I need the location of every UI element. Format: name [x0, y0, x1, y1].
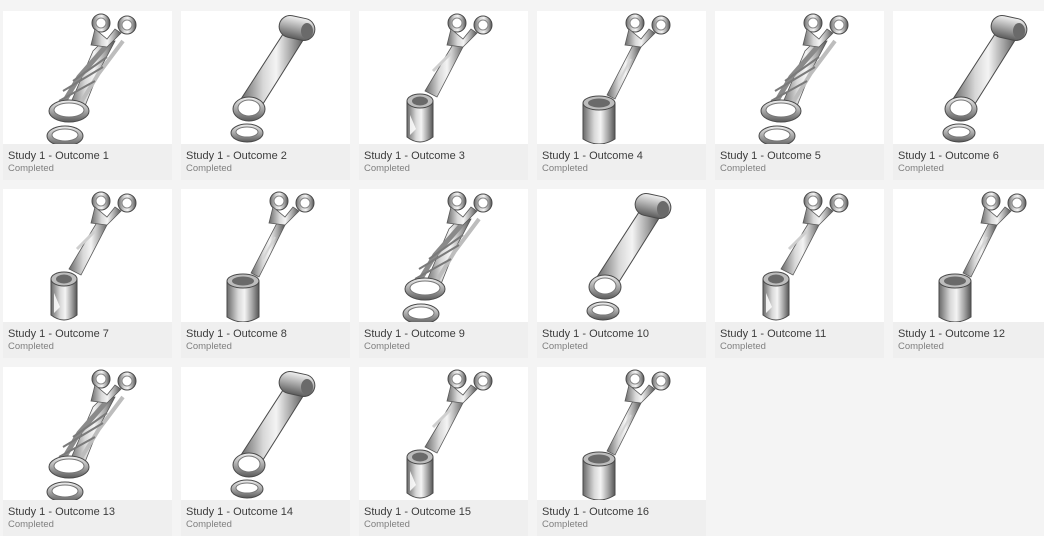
- outcome-status: Completed: [542, 163, 588, 174]
- outcome-title: Study 1 - Outcome 10: [542, 328, 649, 340]
- outcome-card[interactable]: Study 1 - Outcome 9 Completed: [359, 189, 528, 358]
- outcome-status: Completed: [720, 163, 766, 174]
- outcome-caption: Study 1 - Outcome 6 Completed: [898, 150, 1044, 175]
- outcome-thumbnail: [3, 367, 172, 500]
- outcome-card[interactable]: Study 1 - Outcome 10 Completed: [537, 189, 706, 358]
- outcome-status: Completed: [8, 519, 54, 530]
- outcome-caption: Study 1 - Outcome 15 Completed: [364, 506, 524, 531]
- outcome-thumbnail: [181, 367, 350, 500]
- outcome-thumbnail: [181, 11, 350, 144]
- outcome-card[interactable]: Study 1 - Outcome 6 Completed: [893, 11, 1044, 180]
- outcome-title: Study 1 - Outcome 2: [186, 150, 287, 162]
- outcome-title: Study 1 - Outcome 6: [898, 150, 999, 162]
- outcome-thumbnail: [181, 189, 350, 322]
- outcome-caption: Study 1 - Outcome 10 Completed: [542, 328, 702, 353]
- outcome-title: Study 1 - Outcome 4: [542, 150, 643, 162]
- outcome-thumbnail: [893, 189, 1044, 322]
- outcome-title: Study 1 - Outcome 7: [8, 328, 109, 340]
- outcome-caption: Study 1 - Outcome 7 Completed: [8, 328, 168, 353]
- outcome-card[interactable]: Study 1 - Outcome 16 Completed: [537, 367, 706, 536]
- outcome-thumbnail: [359, 11, 528, 144]
- outcome-card[interactable]: Study 1 - Outcome 4 Completed: [537, 11, 706, 180]
- outcome-caption: Study 1 - Outcome 16 Completed: [542, 506, 702, 531]
- outcome-caption: Study 1 - Outcome 13 Completed: [8, 506, 168, 531]
- outcome-title: Study 1 - Outcome 1: [8, 150, 109, 162]
- outcome-status: Completed: [186, 519, 232, 530]
- outcome-thumbnail: [3, 189, 172, 322]
- outcome-status: Completed: [542, 519, 588, 530]
- outcome-thumbnail: [359, 367, 528, 500]
- outcome-status: Completed: [364, 519, 410, 530]
- outcome-thumbnail: [359, 189, 528, 322]
- outcome-status: Completed: [364, 163, 410, 174]
- outcome-status: Completed: [8, 163, 54, 174]
- outcome-status: Completed: [542, 341, 588, 352]
- outcome-thumbnail: [715, 11, 884, 144]
- outcome-title: Study 1 - Outcome 3: [364, 150, 465, 162]
- outcome-caption: Study 1 - Outcome 9 Completed: [364, 328, 524, 353]
- outcome-status: Completed: [186, 341, 232, 352]
- outcome-title: Study 1 - Outcome 14: [186, 506, 293, 518]
- outcome-card[interactable]: Study 1 - Outcome 11 Completed: [715, 189, 884, 358]
- outcome-card[interactable]: Study 1 - Outcome 13 Completed: [3, 367, 172, 536]
- outcome-thumbnail: [893, 11, 1044, 144]
- outcome-card[interactable]: Study 1 - Outcome 1 Completed: [3, 11, 172, 180]
- outcome-caption: Study 1 - Outcome 2 Completed: [186, 150, 346, 175]
- outcome-card[interactable]: Study 1 - Outcome 3 Completed: [359, 11, 528, 180]
- outcome-status: Completed: [8, 341, 54, 352]
- outcome-status: Completed: [898, 341, 944, 352]
- outcome-title: Study 1 - Outcome 9: [364, 328, 465, 340]
- outcome-status: Completed: [186, 163, 232, 174]
- outcome-card[interactable]: Study 1 - Outcome 2 Completed: [181, 11, 350, 180]
- outcome-title: Study 1 - Outcome 16: [542, 506, 649, 518]
- outcome-caption: Study 1 - Outcome 14 Completed: [186, 506, 346, 531]
- outcome-status: Completed: [720, 341, 766, 352]
- outcome-thumbnail: [537, 11, 706, 144]
- outcome-title: Study 1 - Outcome 11: [720, 328, 827, 340]
- outcome-status: Completed: [898, 163, 944, 174]
- outcome-title: Study 1 - Outcome 15: [364, 506, 471, 518]
- outcome-caption: Study 1 - Outcome 1 Completed: [8, 150, 168, 175]
- outcome-thumbnail: [715, 189, 884, 322]
- outcome-title: Study 1 - Outcome 12: [898, 328, 1005, 340]
- outcome-caption: Study 1 - Outcome 11 Completed: [720, 328, 880, 353]
- outcome-card[interactable]: Study 1 - Outcome 12 Completed: [893, 189, 1044, 358]
- outcome-thumbnail: [537, 189, 706, 322]
- outcome-card[interactable]: Study 1 - Outcome 7 Completed: [3, 189, 172, 358]
- outcome-thumbnail: [537, 367, 706, 500]
- outcome-gallery: Study 1 - Outcome 1 Completed Study 1 - Ou…: [3, 11, 1044, 536]
- outcome-thumbnail: [3, 11, 172, 144]
- outcome-status: Completed: [364, 341, 410, 352]
- outcome-caption: Study 1 - Outcome 12 Completed: [898, 328, 1044, 353]
- outcome-title: Study 1 - Outcome 13: [8, 506, 115, 518]
- outcome-card[interactable]: Study 1 - Outcome 8 Completed: [181, 189, 350, 358]
- outcome-title: Study 1 - Outcome 5: [720, 150, 821, 162]
- outcome-caption: Study 1 - Outcome 4 Completed: [542, 150, 702, 175]
- outcome-title: Study 1 - Outcome 8: [186, 328, 287, 340]
- outcome-caption: Study 1 - Outcome 3 Completed: [364, 150, 524, 175]
- outcome-caption: Study 1 - Outcome 5 Completed: [720, 150, 880, 175]
- outcome-card[interactable]: Study 1 - Outcome 15 Completed: [359, 367, 528, 536]
- outcome-card[interactable]: Study 1 - Outcome 14 Completed: [181, 367, 350, 536]
- outcome-caption: Study 1 - Outcome 8 Completed: [186, 328, 346, 353]
- outcome-card[interactable]: Study 1 - Outcome 5 Completed: [715, 11, 884, 180]
